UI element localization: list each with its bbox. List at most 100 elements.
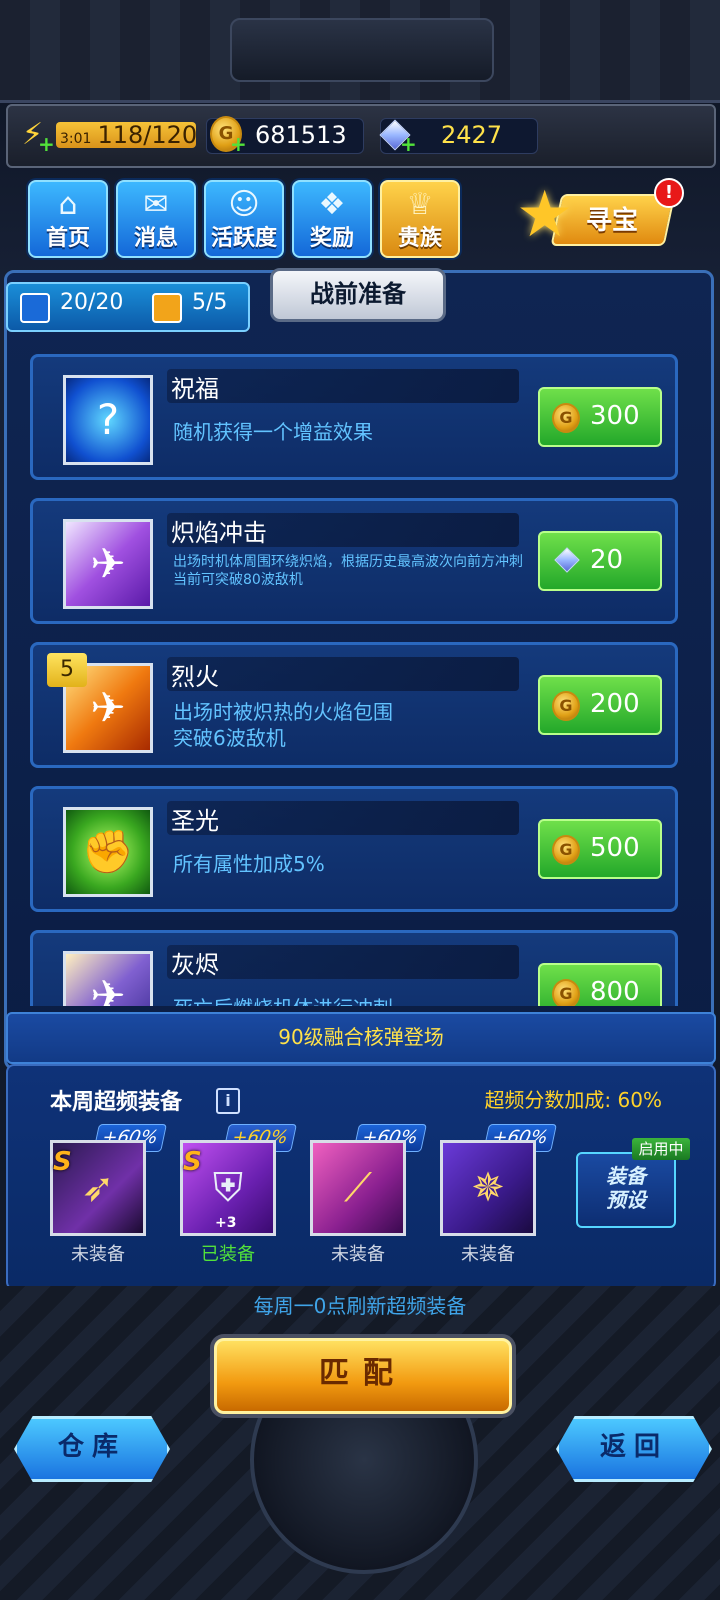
message-icon: ✉	[143, 187, 169, 222]
item-name: 炽焰冲击	[167, 513, 519, 547]
menu-reward-button[interactable]: ❖ 奖励	[292, 180, 372, 258]
jet-icon: ✈	[90, 971, 126, 1006]
buy-button[interactable]: G 200	[538, 675, 662, 735]
item-desc: 随机获得一个增益效果	[173, 420, 373, 444]
menu-noble-button[interactable]: ♕ 贵族	[380, 180, 460, 258]
prep-tab: 战前准备	[270, 268, 446, 322]
fist-icon: ✊	[81, 827, 135, 876]
item-price: 200	[590, 689, 640, 719]
top-frame-decoration	[0, 0, 720, 103]
buy-button[interactable]: G 500	[538, 819, 662, 879]
menu-activity-label: 活跃度	[210, 226, 277, 251]
mystery-cube-icon: ?	[96, 395, 120, 444]
item-name: 烈火	[167, 657, 519, 691]
energy-value: 118/120	[97, 121, 198, 149]
back-label: 返回	[599, 1432, 668, 1462]
news-bar[interactable]: 90级融合核弹登场	[6, 1012, 716, 1064]
item-desc: 所有属性加成5%	[173, 852, 325, 876]
equipment-preset-button[interactable]: 装备预设	[576, 1152, 676, 1228]
item-price: 500	[590, 833, 640, 863]
refresh-note: 每周一0点刷新超频装备	[253, 1294, 467, 1318]
list-item: ✈ 5 烈火 出场时被炽热的火焰包围 突破6波敌机 G 200	[30, 642, 678, 768]
menu-message-label: 消息	[133, 226, 178, 251]
enhance-level: +3	[215, 1215, 237, 1231]
item-desc: 死亡后燃烧机体进行冲刺	[173, 995, 553, 1006]
equipment-slot[interactable]: ✵	[440, 1140, 536, 1236]
add-coins-icon[interactable]: +	[230, 132, 247, 156]
weekly-overclock-panel: 本周超频装备 i 超频分数加成: 60% +60% ➶ S 未装备 +60% ⛨…	[6, 1064, 716, 1290]
item-desc-extra: 当前可突破80波敌机	[173, 572, 303, 588]
equip-state: 未装备	[331, 1244, 385, 1265]
add-energy-icon[interactable]: +	[38, 132, 55, 156]
warehouse-label: 仓库	[57, 1432, 126, 1462]
menu-reward-label: 奖励	[309, 226, 354, 251]
preset-status: 启用中	[632, 1138, 690, 1160]
menu-noble-label: 贵族	[397, 226, 442, 251]
menu-message-button[interactable]: ✉ 消息	[116, 180, 196, 258]
coin-icon: G	[552, 835, 580, 865]
menu-home-label: 首页	[45, 226, 90, 251]
equipment-slot[interactable]: ⛨ S +3	[180, 1140, 276, 1236]
add-diamonds-icon[interactable]: +	[400, 132, 417, 156]
news-text: 90级融合核弹登场	[278, 1025, 444, 1049]
item-list[interactable]: ? 祝福 随机获得一个增益效果 G 300 ✈ 炽焰冲击 出场时机体周围环绕炽焰…	[28, 354, 688, 1006]
list-item: ✈ 灰烬 死亡后燃烧机体进行冲刺 G 800	[30, 930, 678, 1006]
back-button[interactable]: 返回	[556, 1416, 712, 1482]
counter-a: 20/20	[60, 290, 124, 315]
equip-state: 已装备	[201, 1244, 255, 1265]
rank-label: S	[183, 1147, 202, 1177]
counters-box: 20/20 5/5	[6, 282, 250, 332]
ash-thumb: ✈	[63, 951, 153, 1006]
diamonds-value: 2427	[441, 121, 503, 149]
holy-light-thumb: ✊	[63, 807, 153, 897]
coins-value: 681513	[255, 121, 347, 149]
coin-icon: G	[552, 691, 580, 721]
energy-display: 3:01 118/120	[56, 121, 198, 149]
home-icon: ⌂	[58, 187, 78, 222]
match-label: 匹配	[319, 1356, 407, 1391]
level-badge: 5	[47, 653, 87, 687]
counter-b: 5/5	[192, 290, 228, 315]
buy-button[interactable]: G 300	[538, 387, 662, 447]
item-name: 圣光	[167, 801, 519, 835]
treasure-button[interactable]: ★ 寻宝 !	[516, 178, 684, 252]
info-icon[interactable]: i	[216, 1088, 240, 1114]
item-name: 祝福	[167, 369, 519, 403]
coin-icon: G	[552, 979, 580, 1006]
coin-icon: G	[552, 403, 580, 433]
list-item: ? 祝福 随机获得一个增益效果 G 300	[30, 354, 678, 480]
activity-icon: ☺	[228, 187, 260, 222]
warehouse-button[interactable]: 仓库	[14, 1416, 170, 1482]
rank-label: S	[53, 1147, 72, 1177]
treasure-label: 寻宝	[586, 206, 639, 236]
noble-icon: ♕	[406, 187, 434, 222]
equip-state: 未装备	[71, 1244, 125, 1265]
question-card-icon	[20, 293, 50, 323]
list-item: ✈ 炽焰冲击 出场时机体周围环绕炽焰，根据历史最高波次向前方冲刺 当前可突破80波…	[30, 498, 678, 624]
star-plane-icon: ★	[516, 178, 574, 252]
blessing-thumb: ?	[63, 375, 153, 465]
buy-button[interactable]: G 800	[538, 963, 662, 1006]
equipment-slot[interactable]: ⟋	[310, 1140, 406, 1236]
overclock-bonus: 超频分数加成: 60%	[484, 1088, 662, 1112]
prep-tab-title: 战前准备	[310, 280, 406, 308]
item-desc-block: 出场时机体周围环绕炽焰，根据历史最高波次向前方冲刺 当前可突破80波敌机	[173, 553, 553, 589]
equipment-slot[interactable]: ➶ S	[50, 1140, 146, 1236]
item-name: 灰烬	[167, 945, 519, 979]
item-price: 20	[590, 545, 624, 575]
buy-button[interactable]: 20	[538, 531, 662, 591]
menu-activity-button[interactable]: ☺ 活跃度	[204, 180, 284, 258]
flame-charge-thumb: ✈	[63, 519, 153, 609]
item-price: 300	[590, 401, 640, 431]
diamond-icon	[554, 547, 580, 573]
energy-timer: 3:01	[60, 131, 92, 147]
item-price: 800	[590, 977, 640, 1006]
resource-bar: ⚡ + 3:01 118/120 681513 G + 2427 +	[6, 104, 716, 168]
cannon-icon: ⟋	[344, 1165, 372, 1211]
list-item: ✊ 圣光 所有属性加成5% G 500	[30, 786, 678, 912]
preset-label: 装备预设	[606, 1164, 646, 1212]
item-desc-extra: 突破6波敌机	[173, 726, 286, 750]
match-button[interactable]: 匹配	[214, 1338, 512, 1414]
jet-icon: ✈	[90, 539, 126, 588]
menu-home-button[interactable]: ⌂ 首页	[28, 180, 108, 258]
